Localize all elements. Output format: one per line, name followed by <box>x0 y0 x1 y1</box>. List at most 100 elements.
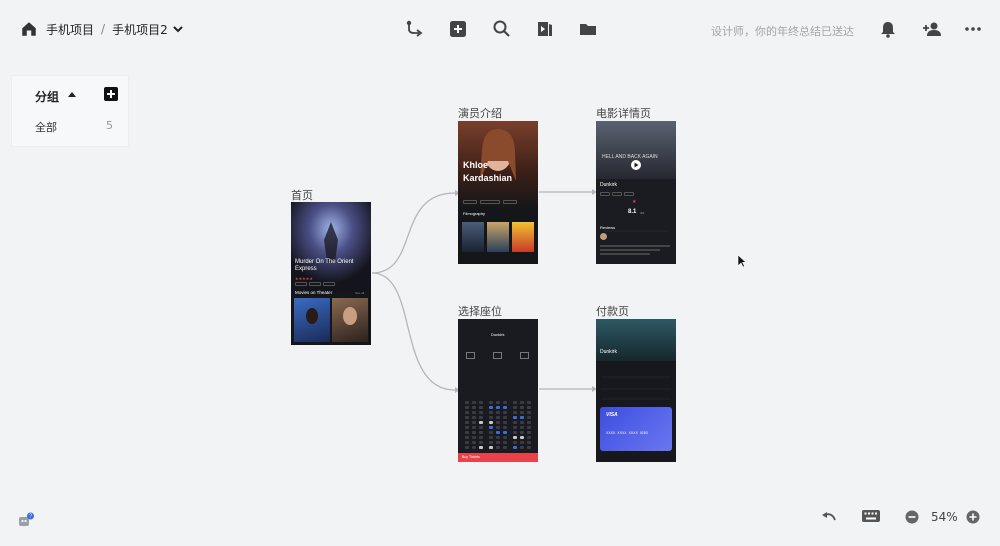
seat[interactable] <box>489 401 493 404</box>
seat[interactable] <box>520 416 524 419</box>
seat[interactable] <box>479 401 483 404</box>
seat[interactable] <box>496 416 500 419</box>
seat[interactable] <box>479 421 483 424</box>
seat[interactable] <box>503 441 507 444</box>
seat[interactable] <box>489 441 493 444</box>
zoom-in-icon[interactable] <box>966 510 980 524</box>
seat[interactable] <box>479 446 483 449</box>
seat[interactable] <box>527 421 531 424</box>
seat[interactable] <box>503 401 507 404</box>
seat[interactable] <box>496 401 500 404</box>
seat[interactable] <box>465 446 469 449</box>
seat[interactable] <box>472 421 476 424</box>
seat[interactable] <box>465 406 469 409</box>
seat[interactable] <box>527 406 531 409</box>
seat[interactable] <box>503 416 507 419</box>
seat[interactable] <box>465 421 469 424</box>
seat[interactable] <box>503 426 507 429</box>
seat[interactable] <box>527 401 531 404</box>
seat[interactable] <box>496 421 500 424</box>
seat[interactable] <box>527 426 531 429</box>
seat[interactable] <box>527 436 531 439</box>
seat[interactable] <box>513 401 517 404</box>
seat[interactable] <box>472 436 476 439</box>
seat[interactable] <box>513 431 517 434</box>
seat[interactable] <box>527 446 531 449</box>
artboard-home[interactable]: Murder On The Orient Express ★★★★★ Movie… <box>291 202 371 345</box>
seat[interactable] <box>520 441 524 444</box>
seat[interactable] <box>479 441 483 444</box>
seat[interactable] <box>513 436 517 439</box>
seat[interactable] <box>472 446 476 449</box>
seat[interactable] <box>527 411 531 414</box>
seat[interactable] <box>472 406 476 409</box>
seat[interactable] <box>479 406 483 409</box>
seat[interactable] <box>520 421 524 424</box>
seat[interactable] <box>496 441 500 444</box>
artboard-movie-detail[interactable]: HELL AND BACK AGAIN Dunkirk ★ 8.1 /10 Re… <box>596 121 676 264</box>
seat[interactable] <box>513 446 517 449</box>
help-robot-icon[interactable]: ? <box>17 512 35 528</box>
seat[interactable] <box>465 411 469 414</box>
seat[interactable] <box>503 406 507 409</box>
artboard-seat[interactable]: Dunkirk Buy Tickets <box>458 319 538 462</box>
seat[interactable] <box>513 426 517 429</box>
seat[interactable] <box>496 406 500 409</box>
seat[interactable] <box>465 416 469 419</box>
seat[interactable] <box>489 421 493 424</box>
keyboard-icon[interactable] <box>861 509 881 523</box>
seat[interactable] <box>465 426 469 429</box>
seat[interactable] <box>472 411 476 414</box>
seat[interactable] <box>527 416 531 419</box>
payment-card[interactable]: VISA XXXX XXXX XXXX 0283 <box>600 407 672 451</box>
seat[interactable] <box>513 411 517 414</box>
seat[interactable] <box>503 411 507 414</box>
seat[interactable] <box>479 436 483 439</box>
seat[interactable] <box>465 436 469 439</box>
zoom-out-icon[interactable] <box>905 510 919 524</box>
seat[interactable] <box>520 411 524 414</box>
seat[interactable] <box>520 426 524 429</box>
artboard-actor[interactable]: Khloe Kardashian Filmography <box>458 121 538 264</box>
seat[interactable] <box>496 431 500 434</box>
seat[interactable] <box>472 401 476 404</box>
seat[interactable] <box>496 411 500 414</box>
seat[interactable] <box>479 431 483 434</box>
seat[interactable] <box>520 406 524 409</box>
seat[interactable] <box>465 431 469 434</box>
seat[interactable] <box>513 421 517 424</box>
seat[interactable] <box>513 406 517 409</box>
seat[interactable] <box>527 441 531 444</box>
seat[interactable] <box>503 431 507 434</box>
seat[interactable] <box>520 446 524 449</box>
seat[interactable] <box>489 446 493 449</box>
seat[interactable] <box>489 436 493 439</box>
seat[interactable] <box>489 431 493 434</box>
seat[interactable] <box>489 406 493 409</box>
seat[interactable] <box>489 411 493 414</box>
seat[interactable] <box>479 411 483 414</box>
seat[interactable] <box>472 426 476 429</box>
seat[interactable] <box>527 431 531 434</box>
seat[interactable] <box>465 401 469 404</box>
seat[interactable] <box>513 416 517 419</box>
seat[interactable] <box>503 421 507 424</box>
undo-icon[interactable] <box>820 509 838 525</box>
seat[interactable] <box>479 426 483 429</box>
seat[interactable] <box>496 436 500 439</box>
seat[interactable] <box>489 416 493 419</box>
seat[interactable] <box>520 436 524 439</box>
seat[interactable] <box>503 436 507 439</box>
seat[interactable] <box>520 401 524 404</box>
seat[interactable] <box>465 441 469 444</box>
seat[interactable] <box>472 441 476 444</box>
seat[interactable] <box>503 446 507 449</box>
seat[interactable] <box>472 431 476 434</box>
seat[interactable] <box>496 446 500 449</box>
seat[interactable] <box>520 431 524 434</box>
seat[interactable] <box>472 416 476 419</box>
artboard-payment[interactable]: Dunkirk VISA XXXX XXXX XXXX 0283 <box>596 319 676 462</box>
seat[interactable] <box>489 426 493 429</box>
buy-ticket-bar[interactable]: Buy Tickets <box>458 453 538 462</box>
seat[interactable] <box>496 426 500 429</box>
